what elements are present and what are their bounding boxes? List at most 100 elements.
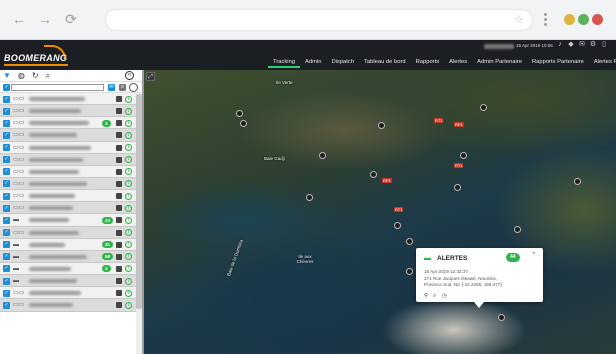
list-toggle-icon[interactable]: ≡ [119,84,126,91]
vehicle-marker[interactable] [460,152,467,159]
vehicle-checkbox[interactable]: ✓ [3,289,10,297]
vehicle-row[interactable]: ✓ ▭▭ i [0,165,142,178]
vehicle-row[interactable]: ✓ ▬ 44 i [0,214,142,227]
list-scrollbar[interactable] [136,94,142,354]
info-icon[interactable]: i [125,277,132,285]
vehicle-marker[interactable] [378,122,385,129]
menu-alertes[interactable]: Alertes [444,56,472,68]
search-icon[interactable]: ⌕ [46,71,50,81]
back-icon[interactable]: ← [11,11,27,27]
tag-icon[interactable]: ◆ [567,41,575,49]
reload-icon[interactable]: ⟳ [63,11,79,27]
info-icon[interactable]: i [125,301,132,309]
search-icon[interactable]: ⌕ [433,293,436,300]
info-icon[interactable]: i [125,156,132,164]
close-dot[interactable] [592,14,603,25]
info-icon[interactable]: i [125,95,132,103]
alert-count-badge[interactable]: 44 [102,216,114,224]
vehicle-marker[interactable] [574,178,581,185]
vehicle-row[interactable]: ✓ ▬ 31 i [0,238,142,251]
menu-alertes-partenaire[interactable]: Alertes Partenaire [589,56,616,68]
mail-toggle-icon[interactable]: ✉ [108,84,115,91]
info-icon[interactable]: i [125,144,132,152]
menu-tracking[interactable]: Tracking [268,56,301,68]
refresh-icon[interactable]: ↻ [32,71,39,81]
vehicle-row[interactable]: ✓ ▬ 68 i [0,250,142,263]
vehicle-checkbox[interactable]: ✓ [3,156,10,164]
address-bar[interactable]: ☆ [105,9,533,31]
info-icon[interactable]: i [125,168,132,176]
bell-icon[interactable]: ♪ [556,41,564,49]
maximize-dot[interactable] [578,14,589,25]
vehicle-row[interactable]: ✓ ▭▭ i [0,177,142,191]
vehicle-marker[interactable] [454,184,461,191]
vehicle-marker[interactable] [319,152,326,159]
info-icon[interactable]: i [125,119,132,127]
vehicle-row[interactable]: ✓ ▬ i [0,275,142,288]
vehicle-row[interactable]: ✓ ▬ 3 i [0,262,142,276]
info-icon[interactable]: i [125,253,132,261]
vehicle-row[interactable]: ✓ ▭▭ i [0,202,142,215]
expand-map-icon[interactable]: ⤢ [146,72,155,81]
vehicle-marker[interactable] [236,110,243,117]
vehicle-checkbox[interactable]: ✓ [3,216,10,224]
vehicle-row[interactable]: ✓ ▭▭ i [0,226,142,239]
vehicle-checkbox[interactable]: ✓ [3,229,10,237]
vehicle-checkbox[interactable]: ✓ [3,107,10,115]
vehicle-row[interactable]: ✓ ▭▭ i [0,93,142,106]
vehicle-checkbox[interactable]: ✓ [3,265,10,273]
minimize-dot[interactable] [564,14,575,25]
options-icon[interactable] [129,83,138,92]
vehicle-row[interactable]: ✓ ▭▭ i [0,141,142,154]
vehicle-marker[interactable] [514,226,521,233]
info-icon[interactable]: i [125,180,132,188]
boomerang-logo[interactable]: BOOMERANG [4,45,70,66]
vehicle-checkbox[interactable]: ✓ [3,253,10,261]
phone-icon[interactable]: ▯ [600,41,608,49]
info-icon[interactable]: i [125,265,132,273]
vehicle-row[interactable]: ✓ ▭▭ i [0,129,142,142]
mail-icon[interactable]: ✉ [578,41,586,49]
menu-admin[interactable]: Admin [300,56,326,68]
user-name[interactable] [484,44,514,49]
menu-admin-partenaire[interactable]: Admin Partenaire [472,56,527,68]
vehicle-row[interactable]: ✓ ▭▭ i [0,299,142,312]
vehicle-marker[interactable] [406,268,413,275]
vehicle-marker[interactable] [306,194,313,201]
vehicle-checkbox[interactable]: ✓ [3,192,10,200]
vehicle-row[interactable]: ✓ ▭▭ i [0,190,142,203]
info-icon[interactable]: i [125,131,132,139]
info-icon[interactable]: i [125,241,132,249]
info-icon[interactable]: i [125,107,132,115]
menu-tableau-de-bord[interactable]: Tableau de bord [359,56,411,68]
close-icon[interactable]: × [532,251,536,257]
vehicle-marker[interactable] [370,171,377,178]
vehicle-checkbox[interactable]: ✓ [3,131,10,139]
globe-icon[interactable]: ◍ [18,71,25,81]
vehicle-checkbox[interactable]: ✓ [3,168,10,176]
vehicle-checkbox[interactable]: ✓ [3,204,10,212]
pin-icon[interactable]: ⚲ [424,293,428,299]
vehicle-row[interactable]: ✓ ▭▭ i [0,105,142,118]
vehicle-marker[interactable] [480,104,487,111]
bookmark-star-icon[interactable]: ☆ [514,13,524,26]
vehicle-marker[interactable] [406,238,413,245]
map-view[interactable]: ⤢ Baie Gadji Ile Verte Baie de la Dumbéa… [144,70,616,354]
info-icon[interactable]: i [125,289,132,297]
forward-icon[interactable]: → [37,11,53,27]
info-icon[interactable]: i [125,229,132,237]
alert-count-badge[interactable]: 3 [102,265,111,273]
alert-count-badge[interactable]: 68 [102,253,114,261]
vehicle-checkbox[interactable]: ✓ [3,144,10,152]
alert-count-badge[interactable]: 3 [102,119,111,127]
vehicle-marker[interactable] [498,314,505,321]
select-all-checkbox[interactable]: ✓ [3,84,10,91]
vehicle-marker[interactable] [394,222,401,229]
gear-icon[interactable]: ⚙ [589,41,597,49]
vehicle-search-input[interactable] [11,84,104,91]
vehicle-checkbox[interactable]: ✓ [3,241,10,249]
filter-icon[interactable]: ▼ [3,71,11,81]
menu-dispatch[interactable]: Dispatch [326,56,359,68]
menu-rapports[interactable]: Rapports [411,56,445,68]
menu-rapports-partenaire[interactable]: Rapports Partenaire [527,56,589,68]
